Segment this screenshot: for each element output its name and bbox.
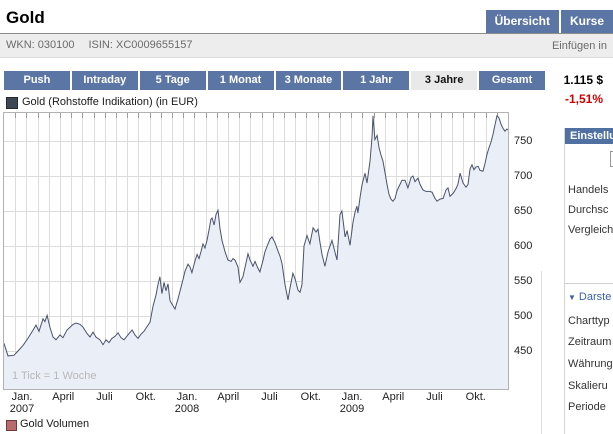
tick-note: 1 Tick = 1 Woche <box>12 370 96 382</box>
y-axis-label: 500 <box>514 310 544 322</box>
layout-divider <box>541 271 542 434</box>
y-axis-label: 450 <box>514 345 544 357</box>
price-chart-plot: 1 Tick = 1 Woche <box>3 112 509 390</box>
wkn-text: WKN: 030100 <box>6 39 74 51</box>
page-title: Gold <box>6 8 45 28</box>
tab-5-tage[interactable]: 5 Tage <box>140 71 206 90</box>
insert-into-dropdown[interactable]: Einfügen in <box>552 40 607 52</box>
volume-series-legend-swatch <box>6 420 17 431</box>
tab-1-monat[interactable]: 1 Monat <box>208 71 274 90</box>
sidebar-link-durchsc[interactable]: Durchsc <box>568 204 613 216</box>
timeframe-tabbar: PushIntraday5 Tage1 Monat3 Monate1 Jahr3… <box>4 71 545 90</box>
price-chart-svg <box>4 113 508 389</box>
sidebar-section-divider <box>565 283 613 284</box>
x-axis-label: Juli <box>83 391 127 403</box>
price-series-legend-label: Gold (Rohstoffe Indikation) (in EUR) <box>22 96 198 108</box>
tab-intraday[interactable]: Intraday <box>72 71 138 90</box>
kurse-button[interactable]: Kurse <box>561 10 613 33</box>
tab-push[interactable]: Push <box>4 71 70 90</box>
y-axis-label: 750 <box>514 135 544 147</box>
y-axis-label: 650 <box>514 205 544 217</box>
sidebar-row-zeitraum: Zeitraum <box>568 336 613 348</box>
x-axis-label: April <box>41 391 85 403</box>
y-axis-label: 550 <box>514 275 544 287</box>
isin-text: ISIN: XC0009655157 <box>88 39 192 51</box>
tab-3-jahre[interactable]: 3 Jahre <box>411 71 477 90</box>
last-price: 1.115 $ <box>564 73 603 87</box>
sidebar-row-skalieru: Skalieru <box>568 380 613 392</box>
sidebar-settings-header: Einstellu <box>565 128 613 144</box>
tab-gesamt[interactable]: Gesamt <box>479 71 545 90</box>
x-axis-label: Juli <box>248 391 292 403</box>
x-axis-label: April <box>206 391 250 403</box>
sidebar-row-periode: Periode <box>568 401 613 413</box>
x-axis-label: Okt. <box>454 391 498 403</box>
x-axis-label: Jan.2007 <box>0 391 44 415</box>
header-buttons: Übersicht Kurse <box>486 10 613 33</box>
sidebar-row-charttyp: Charttyp <box>568 315 613 327</box>
sidebar-row-wahrung: Währung <box>568 358 613 370</box>
x-axis-label: Juli <box>413 391 457 403</box>
change-percent: -1,51% <box>565 92 603 106</box>
x-axis-label: Jan.2008 <box>165 391 209 415</box>
sidebar-left-border <box>564 128 565 434</box>
x-axis-label: Okt. <box>289 391 333 403</box>
quote-chart-page: Gold Übersicht Kurse WKN: 030100 ISIN: XC… <box>0 0 613 434</box>
y-axis-label: 600 <box>514 240 544 252</box>
x-axis-label: April <box>371 391 415 403</box>
x-axis-year-label: 2007 <box>0 403 44 415</box>
x-axis-label: Okt. <box>124 391 168 403</box>
chevron-down-icon: ▼ <box>568 293 576 302</box>
uebersicht-button[interactable]: Übersicht <box>486 10 559 33</box>
volume-series-legend-label: Gold Volumen <box>20 418 89 430</box>
sidebar-link-vergleich[interactable]: Vergleich <box>568 224 613 236</box>
price-series-legend-swatch <box>6 97 18 109</box>
sidebar-section-darstellung[interactable]: ▼Darste <box>568 291 611 303</box>
instrument-ids: WKN: 030100 ISIN: XC0009655157 <box>6 39 206 51</box>
tab-3-monate[interactable]: 3 Monate <box>276 71 342 90</box>
x-axis-year-label: 2009 <box>330 403 374 415</box>
x-axis-year-label: 2008 <box>165 403 209 415</box>
x-axis-label: Jan.2009 <box>330 391 374 415</box>
y-axis-label: 700 <box>514 170 544 182</box>
tab-1-jahr[interactable]: 1 Jahr <box>343 71 409 90</box>
sidebar-link-handels[interactable]: Handels <box>568 184 613 196</box>
